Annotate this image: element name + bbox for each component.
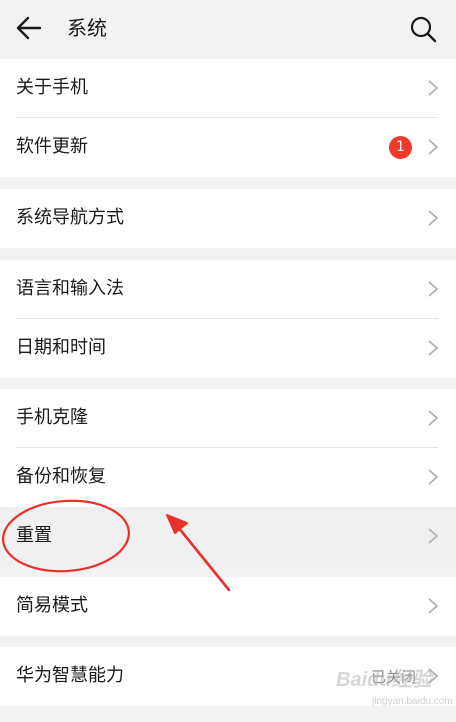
title-bar: 系统 — [0, 0, 456, 57]
page-title: 系统 — [67, 16, 107, 40]
settings-item-phone-clone[interactable]: 手机克隆 — [0, 389, 456, 448]
chevron-right-icon — [428, 210, 439, 226]
settings-group-navigation: 系统导航方式 — [0, 189, 456, 248]
chevron-right-icon — [428, 340, 439, 356]
settings-item-label: 日期和时间 — [16, 337, 106, 358]
settings-item-backup-restore[interactable]: 备份和恢复 — [0, 448, 456, 507]
settings-item-label: 语言和输入法 — [16, 278, 124, 299]
settings-group-backup: 手机克隆 备份和恢复 重置 — [0, 389, 456, 566]
settings-group-simple-mode: 简易模式 — [0, 577, 456, 636]
settings-item-system-navigation[interactable]: 系统导航方式 — [0, 189, 456, 248]
settings-item-software-update[interactable]: 软件更新 1 — [0, 118, 456, 177]
chevron-right-icon — [428, 410, 439, 426]
settings-group-smart-ability: 华为智慧能力 已关闭 — [0, 647, 456, 706]
settings-item-label: 华为智慧能力 — [16, 665, 124, 686]
settings-item-label: 重置 — [16, 525, 52, 546]
settings-item-label: 系统导航方式 — [16, 207, 124, 228]
arrow-left-icon[interactable] — [14, 13, 44, 43]
chevron-right-icon — [428, 598, 439, 614]
update-count-badge: 1 — [389, 136, 412, 159]
settings-item-label: 简易模式 — [16, 595, 88, 616]
settings-item-about-phone[interactable]: 关于手机 — [0, 59, 456, 118]
settings-item-simple-mode[interactable]: 简易模式 — [0, 577, 456, 636]
settings-item-language-input[interactable]: 语言和输入法 — [0, 260, 456, 319]
settings-group-language-time: 语言和输入法 日期和时间 — [0, 260, 456, 378]
chevron-right-icon — [428, 281, 439, 297]
settings-item-huawei-smart-ability[interactable]: 华为智慧能力 已关闭 — [0, 647, 456, 706]
chevron-right-icon — [428, 528, 439, 544]
status-text: 已关闭 — [370, 668, 416, 686]
chevron-right-icon — [428, 469, 439, 485]
chevron-right-icon — [428, 139, 439, 155]
chevron-right-icon — [428, 668, 439, 684]
settings-item-reset[interactable]: 重置 — [0, 507, 456, 566]
settings-item-label: 备份和恢复 — [16, 466, 106, 487]
settings-item-label: 手机克隆 — [16, 407, 88, 428]
search-icon[interactable] — [408, 14, 438, 44]
chevron-right-icon — [428, 80, 439, 96]
settings-item-label: 关于手机 — [16, 77, 88, 98]
settings-group-device: 关于手机 软件更新 1 — [0, 59, 456, 177]
settings-item-date-time[interactable]: 日期和时间 — [0, 319, 456, 378]
settings-item-label: 软件更新 — [16, 136, 88, 157]
